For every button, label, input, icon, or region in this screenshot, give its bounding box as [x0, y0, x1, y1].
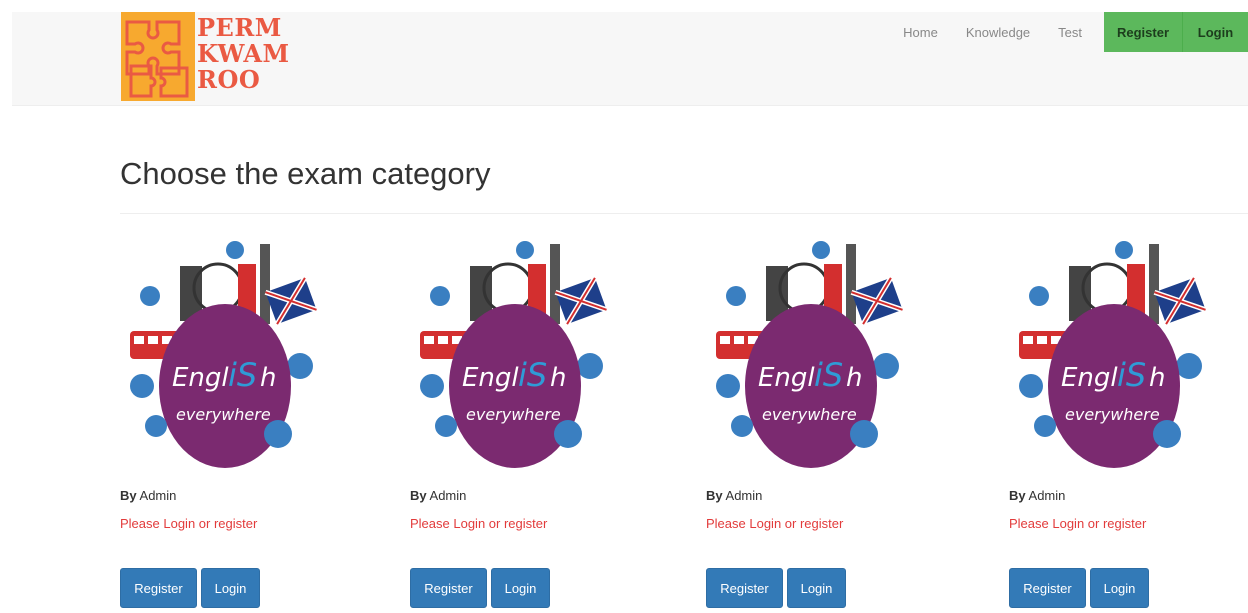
- card-login-button[interactable]: Login: [201, 568, 260, 608]
- exam-card: Engl iS h everywhere By Admin Please Log…: [1009, 236, 1224, 613]
- logo-word-mid: iS: [518, 356, 547, 394]
- login-notice: Please Login or register: [410, 516, 548, 531]
- card-actions: Register Login: [120, 568, 260, 608]
- logo-subtitle: everywhere: [466, 405, 561, 424]
- logo-word-mid: iS: [1117, 356, 1146, 394]
- logo-word-mid: iS: [228, 356, 257, 394]
- logo-word-left: Engl: [172, 363, 229, 393]
- login-notice: Please Login or register: [706, 516, 844, 531]
- logo-word-right: h: [260, 363, 276, 393]
- nav-test-link[interactable]: Test: [1044, 25, 1096, 40]
- english-everywhere-image[interactable]: Engl iS h everywhere: [120, 236, 320, 476]
- login-notice: Please Login or register: [1009, 516, 1147, 531]
- logo-word-right: h: [1149, 363, 1165, 393]
- brand-name: PERM KWAM ROO: [197, 15, 290, 93]
- card-register-button[interactable]: Register: [410, 568, 487, 608]
- card-login-button[interactable]: Login: [787, 568, 846, 608]
- logo-word-right: h: [550, 363, 566, 393]
- brand-line-1: PERM: [197, 13, 282, 42]
- navbar: PERM KWAM ROO Home Knowledge Test Regist…: [12, 12, 1248, 106]
- english-everywhere-image[interactable]: Engl iS h everywhere: [706, 236, 906, 476]
- logo-subtitle: everywhere: [762, 405, 857, 424]
- author-line: By Admin: [410, 488, 466, 503]
- author-name: Admin: [725, 488, 763, 503]
- english-everywhere-image[interactable]: Engl iS h everywhere: [410, 236, 610, 476]
- card-register-button[interactable]: Register: [120, 568, 197, 608]
- card-login-button[interactable]: Login: [1090, 568, 1149, 608]
- card-register-button[interactable]: Register: [706, 568, 783, 608]
- nav-register-button[interactable]: Register: [1104, 12, 1182, 52]
- author-line: By Admin: [1009, 488, 1065, 503]
- logo-word-left: Engl: [1061, 363, 1118, 393]
- card-login-button[interactable]: Login: [491, 568, 550, 608]
- nav-links: Home Knowledge Test Register Login: [889, 12, 1248, 52]
- logo-subtitle: everywhere: [176, 405, 271, 424]
- logo-word-left: Engl: [462, 363, 519, 393]
- brand-line-2: KWAM: [197, 39, 290, 68]
- english-everywhere-image[interactable]: Engl iS h everywhere: [1009, 236, 1209, 476]
- card-actions: Register Login: [1009, 568, 1149, 608]
- by-label: By: [120, 488, 137, 503]
- logo-subtitle: everywhere: [1065, 405, 1160, 424]
- exam-card: Engl iS h everywhere By Admin Please Log…: [706, 236, 921, 613]
- exam-card: Engl iS h everywhere By Admin Please Log…: [120, 236, 335, 613]
- by-label: By: [706, 488, 723, 503]
- logo-word-mid: iS: [814, 356, 843, 394]
- login-notice: Please Login or register: [120, 516, 258, 531]
- nav-home-link[interactable]: Home: [889, 25, 952, 40]
- puzzle-icon: [121, 12, 195, 101]
- card-actions: Register Login: [706, 568, 846, 608]
- brand-logo[interactable]: PERM KWAM ROO: [121, 12, 311, 102]
- author-name: Admin: [1028, 488, 1066, 503]
- title-divider: [120, 213, 1248, 214]
- author-name: Admin: [139, 488, 177, 503]
- logo-word-right: h: [846, 363, 862, 393]
- by-label: By: [1009, 488, 1026, 503]
- nav-login-button[interactable]: Login: [1182, 12, 1248, 52]
- author-line: By Admin: [120, 488, 176, 503]
- author-name: Admin: [429, 488, 467, 503]
- author-line: By Admin: [706, 488, 762, 503]
- logo-word-left: Engl: [758, 363, 815, 393]
- card-register-button[interactable]: Register: [1009, 568, 1086, 608]
- page-title: Choose the exam category: [120, 156, 491, 191]
- card-actions: Register Login: [410, 568, 550, 608]
- nav-knowledge-link[interactable]: Knowledge: [952, 25, 1044, 40]
- by-label: By: [410, 488, 427, 503]
- exam-card: Engl iS h everywhere By Admin Please Log…: [410, 236, 625, 613]
- brand-line-3: ROO: [197, 65, 261, 94]
